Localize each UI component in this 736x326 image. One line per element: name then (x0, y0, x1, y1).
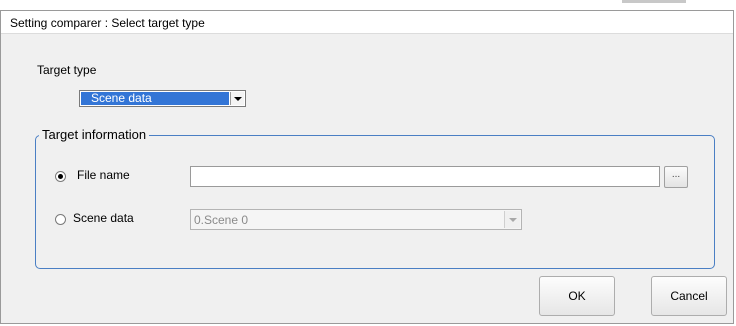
browse-button[interactable]: ... (664, 166, 688, 188)
target-information-legend: Target information (39, 127, 150, 143)
select-target-type-dialog: Setting comparer : Select target type Ta… (0, 10, 734, 324)
file-name-input[interactable] (190, 166, 660, 187)
background-window-fragment (622, 0, 686, 3)
cancel-button[interactable]: Cancel (651, 276, 727, 316)
scene-data-select: 0.Scene 0 (190, 209, 522, 230)
dialog-title: Setting comparer : Select target type (10, 16, 205, 30)
chevron-down-icon (504, 211, 520, 228)
target-type-label: Target type (37, 63, 97, 77)
scene-data-selected-value: 0.Scene 0 (194, 213, 249, 227)
file-name-radio[interactable] (55, 171, 66, 182)
target-type-select[interactable]: Scene data (79, 90, 246, 107)
background-strip (0, 0, 736, 10)
chevron-down-icon[interactable] (230, 92, 244, 105)
ok-button[interactable]: OK (539, 276, 615, 316)
dialog-titlebar: Setting comparer : Select target type (1, 11, 733, 34)
file-name-label: File name (77, 168, 130, 182)
target-type-selected-value: Scene data (81, 92, 229, 105)
scene-data-radio[interactable] (55, 214, 66, 225)
target-information-group (35, 135, 715, 269)
scene-data-label: Scene data (73, 211, 134, 225)
